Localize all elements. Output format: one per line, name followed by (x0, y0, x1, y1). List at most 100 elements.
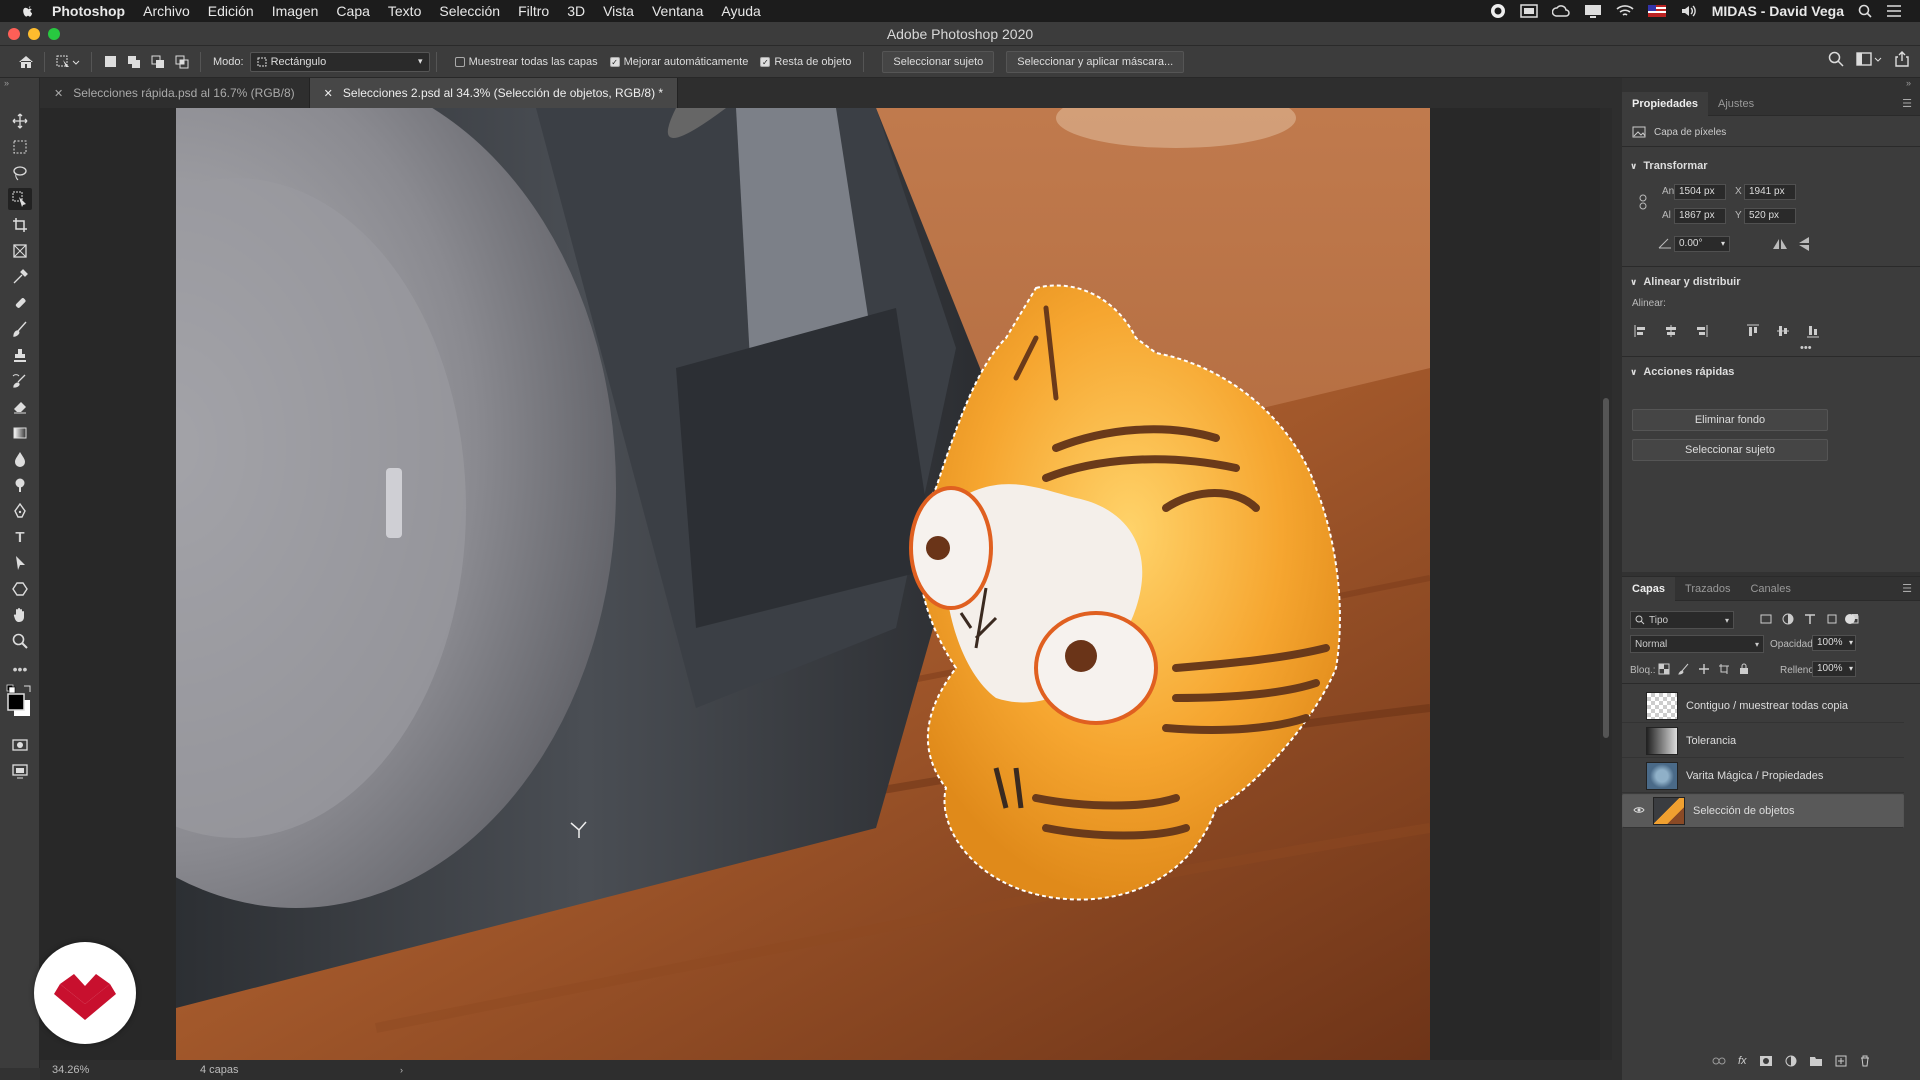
user-name[interactable]: MIDAS - David Vega (1712, 3, 1844, 19)
marquee-tool-icon[interactable] (8, 136, 32, 158)
y-field[interactable]: 520 px (1744, 208, 1796, 224)
height-field[interactable]: 1867 px (1674, 208, 1726, 224)
screen-mode-icon[interactable] (8, 760, 32, 782)
hand-tool-icon[interactable] (8, 604, 32, 626)
close-window-button[interactable] (8, 28, 20, 40)
checkbox-box[interactable] (454, 56, 465, 67)
align-left-icon[interactable] (1634, 324, 1648, 338)
pen-tool-icon[interactable] (8, 500, 32, 522)
new-selection-icon[interactable] (98, 51, 122, 73)
screen-icon[interactable] (1519, 4, 1538, 18)
checkbox-box[interactable]: ✓ (760, 56, 771, 67)
history-brush-tool-icon[interactable] (8, 370, 32, 392)
new-layer-icon[interactable] (1835, 1055, 1847, 1067)
dodge-tool-icon[interactable] (8, 474, 32, 496)
align-bottom-icon[interactable] (1806, 324, 1820, 338)
flip-vertical-icon[interactable] (1798, 236, 1810, 252)
menu-edicion[interactable]: Edición (208, 3, 254, 19)
quick-mask-icon[interactable] (8, 734, 32, 756)
type-tool-icon[interactable]: T (8, 526, 32, 548)
more-tools-icon[interactable]: ••• (8, 658, 32, 680)
tab-document-2[interactable]: ✕ Selecciones 2.psd al 34.3% (Selección d… (309, 78, 679, 108)
spotlight-search-icon[interactable] (1858, 4, 1872, 18)
tab-adjustments[interactable]: Ajustes (1708, 92, 1764, 116)
select-and-mask-button[interactable]: Seleccionar y aplicar máscara... (1006, 50, 1185, 73)
lock-pixels-icon[interactable] (1678, 663, 1690, 675)
share-icon[interactable] (1894, 51, 1910, 67)
tab-document-1[interactable]: ✕ Selecciones rápida.psd al 16.7% (RGB/8) (40, 78, 310, 108)
adjustment-layer-icon[interactable] (1785, 1055, 1797, 1067)
layer-row[interactable]: Contiguo / muestrear todas copia (1622, 689, 1904, 723)
align-section[interactable]: ∨ Alinear y distribuir (1622, 272, 1741, 292)
scroll-thumb[interactable] (1603, 398, 1609, 738)
align-right-icon[interactable] (1694, 324, 1708, 338)
select-subject-button[interactable]: Seleccionar sujeto (882, 50, 995, 73)
apple-icon[interactable] (18, 3, 38, 19)
wifi-icon[interactable] (1616, 4, 1634, 18)
menu-3d[interactable]: 3D (567, 3, 585, 19)
width-field[interactable]: 1504 px (1674, 184, 1726, 200)
quick-actions-section[interactable]: ∨ Acciones rápidas (1622, 362, 1734, 382)
checkbox-box[interactable]: ✓ (609, 56, 620, 67)
frame-tool-icon[interactable] (8, 240, 32, 262)
path-selection-tool-icon[interactable] (8, 552, 32, 574)
blend-mode-select[interactable]: Normal ▾ (1630, 635, 1764, 653)
lock-transparent-icon[interactable] (1658, 663, 1670, 675)
x-field[interactable]: 1941 px (1744, 184, 1796, 200)
notification-center-icon[interactable] (1886, 4, 1902, 18)
tool-preset-picker[interactable] (51, 51, 85, 73)
collapse-icon[interactable]: » (4, 78, 9, 88)
layer-row[interactable]: Selección de objetos (1622, 794, 1904, 828)
color-swatches[interactable] (6, 684, 36, 722)
filter-type-icon[interactable] (1804, 613, 1816, 625)
menu-app[interactable]: Photoshop (52, 3, 125, 19)
filter-shape-icon[interactable] (1826, 613, 1838, 625)
collapse-panels-icon[interactable]: » (1906, 78, 1911, 88)
menu-imagen[interactable]: Imagen (272, 3, 319, 19)
close-icon[interactable]: ✕ (324, 87, 333, 100)
lock-position-icon[interactable] (1698, 663, 1710, 675)
search-icon[interactable] (1828, 51, 1844, 67)
subtract-selection-icon[interactable] (146, 51, 170, 73)
blur-tool-icon[interactable] (8, 448, 32, 470)
align-center-h-icon[interactable] (1664, 324, 1678, 338)
menu-ventana[interactable]: Ventana (652, 3, 703, 19)
tab-paths[interactable]: Trazados (1675, 577, 1740, 601)
select-subject-quick-button[interactable]: Seleccionar sujeto (1632, 439, 1828, 461)
delete-layer-icon[interactable] (1859, 1055, 1871, 1067)
layer-row[interactable]: Tolerancia (1622, 724, 1904, 758)
creative-cloud-icon[interactable] (1551, 4, 1570, 18)
tab-channels[interactable]: Canales (1740, 577, 1800, 601)
home-icon[interactable] (14, 51, 38, 73)
mode-select[interactable]: Rectángulo ▾ (249, 51, 430, 72)
add-to-selection-icon[interactable] (122, 51, 146, 73)
angle-field[interactable]: 0.00° ▾ (1674, 236, 1730, 252)
eyedropper-tool-icon[interactable] (8, 266, 32, 288)
document-canvas[interactable] (176, 108, 1430, 1060)
align-top-icon[interactable] (1746, 324, 1760, 338)
tab-properties[interactable]: Propiedades (1622, 91, 1709, 116)
lock-artboard-icon[interactable] (1718, 663, 1730, 675)
object-subtract-checkbox[interactable]: ✓ Resta de objeto (760, 56, 851, 68)
eye-icon[interactable] (1629, 805, 1649, 817)
menu-seleccion[interactable]: Selección (439, 3, 500, 19)
minimize-window-button[interactable] (28, 28, 40, 40)
clone-stamp-tool-icon[interactable] (8, 344, 32, 366)
auto-enhance-checkbox[interactable]: ✓ Mejorar automáticamente (609, 56, 748, 68)
volume-icon[interactable] (1680, 4, 1698, 18)
workspace-icon[interactable] (1856, 51, 1882, 67)
tab-layers[interactable]: Capas (1622, 576, 1676, 601)
crop-tool-icon[interactable] (8, 214, 32, 236)
vertical-scrollbar[interactable] (1600, 108, 1612, 1060)
chevron-right-icon[interactable]: › (400, 1065, 403, 1075)
menu-filtro[interactable]: Filtro (518, 3, 549, 19)
filter-pixel-icon[interactable] (1760, 613, 1772, 625)
healing-brush-tool-icon[interactable] (8, 292, 32, 314)
zoom-window-button[interactable] (48, 28, 60, 40)
lasso-tool-icon[interactable] (8, 162, 32, 184)
brush-tool-icon[interactable] (8, 318, 32, 340)
new-group-icon[interactable] (1809, 1055, 1823, 1067)
fill-field[interactable]: 100% ▾ (1812, 661, 1856, 677)
panel-menu-icon[interactable]: ☰ (1902, 97, 1912, 110)
move-tool-icon[interactable] (8, 110, 32, 132)
